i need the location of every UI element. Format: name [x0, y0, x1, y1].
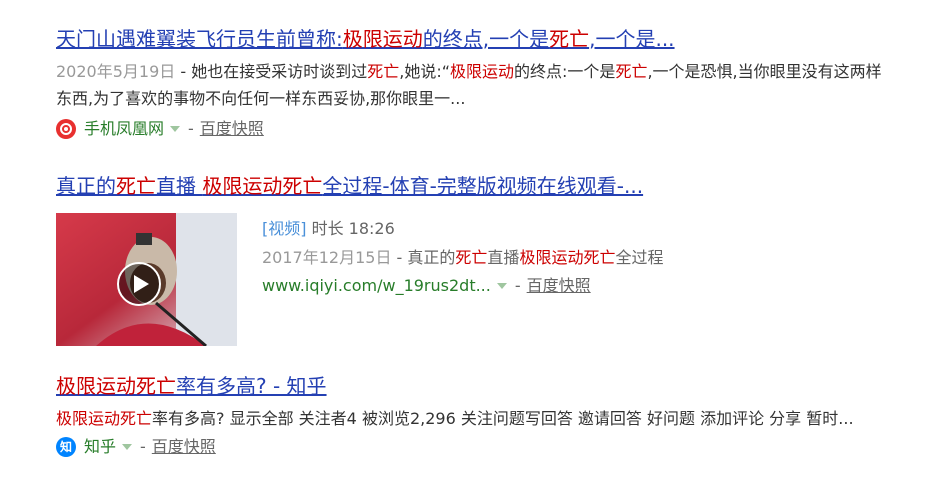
abstract-text: 直播 [487, 248, 520, 267]
video-thumbnail[interactable] [56, 213, 237, 346]
title-text: 直播 [156, 174, 203, 198]
title-text: 率有多高? - 知乎 [176, 374, 327, 398]
result-date: 2020年5月19日 [56, 62, 176, 81]
phoenix-logo-icon [56, 119, 76, 139]
video-meta: [视频] 时长 18:26 [262, 215, 862, 242]
abstract-highlight: 死亡 [615, 62, 648, 81]
result-3-source-row: 知 知乎 - 百度快照 [56, 436, 896, 458]
zhihu-logo-icon: 知 [56, 437, 76, 457]
title-text: 真正的 [56, 174, 116, 198]
result-2-abstract: [视频] 时长 18:26 2017年12月15日 - 真正的死亡直播极限运动死… [262, 215, 862, 297]
video-duration: 时长 18:26 [311, 219, 395, 238]
abstract-highlight: 死亡 [455, 248, 488, 267]
snapshot-link[interactable]: 百度快照 [200, 118, 264, 140]
title-text: ,一个是... [589, 27, 675, 51]
result-1-title-link[interactable]: 天门山遇难翼装飞行员生前曾称:极限运动的终点,一个是死亡,一个是... [56, 26, 896, 52]
abstract-text: 全过程 [615, 248, 664, 267]
abstract-text: ,她说:“ [399, 62, 451, 81]
abstract-highlight: 极限运动 [450, 62, 515, 81]
title-highlight: 死亡 [116, 174, 156, 198]
result-3-abstract: 极限运动死亡率有多高? 显示全部 关注者4 被浏览2,296 关注问题写回答 邀… [56, 405, 896, 432]
result-3: 极限运动死亡率有多高? - 知乎 极限运动死亡率有多高? 显示全部 关注者4 被… [56, 373, 896, 458]
source-url[interactable]: www.iqiyi.com/w_19rus2dt... [262, 275, 491, 297]
abstract-highlight: 死亡 [367, 62, 400, 81]
snapshot-link[interactable]: 百度快照 [152, 436, 216, 458]
result-2-source-row: www.iqiyi.com/w_19rus2dt... - 百度快照 [262, 275, 862, 297]
result-1-source-row: 手机凤凰网 - 百度快照 [56, 118, 896, 140]
caret-down-icon[interactable] [170, 126, 181, 132]
play-icon[interactable] [117, 262, 161, 306]
abstract-highlight: 极限运动死亡 [519, 248, 616, 267]
abstract-text: 率有多高? 显示全部 关注者4 被浏览2,296 关注问题写回答 邀请回答 好问… [152, 409, 854, 428]
source-site[interactable]: 手机凤凰网 [84, 118, 164, 140]
abstract-text: - 她也在接受采访时谈到过 [175, 62, 368, 81]
result-date: 2017年12月15日 [262, 248, 392, 267]
separator: - [514, 276, 521, 295]
caret-down-icon[interactable] [496, 283, 507, 289]
result-2-title-link[interactable]: 真正的死亡直播 极限运动死亡全过程-体育-完整版视频在线观看-... [56, 173, 896, 199]
abstract-highlight: 极限运动死亡 [56, 409, 153, 428]
separator: - [188, 119, 194, 138]
result-1: 天门山遇难翼装飞行员生前曾称:极限运动的终点,一个是死亡,一个是... 2020… [56, 26, 896, 140]
title-highlight: 极限运动死亡 [56, 374, 176, 398]
title-text: 全过程-体育-完整版视频在线观看-... [322, 174, 644, 198]
title-text: 的终点,一个是 [422, 27, 550, 51]
abstract-text: - 真正的 [391, 248, 456, 267]
source-site[interactable]: 知乎 [84, 436, 116, 458]
result-2: 真正的死亡直播 极限运动死亡全过程-体育-完整版视频在线观看-... [56, 173, 896, 199]
title-text: 天门山遇难翼装飞行员生前曾称: [56, 27, 343, 51]
video-abstract: 2017年12月15日 - 真正的死亡直播极限运动死亡全过程 [262, 244, 862, 271]
video-tag: [视频] [262, 219, 307, 238]
result-1-abstract: 2020年5月19日 - 她也在接受采访时谈到过死亡,她说:“极限运动的终点:一… [56, 58, 896, 112]
title-highlight: 死亡 [549, 27, 590, 51]
title-highlight: 极限运动 [342, 27, 423, 51]
result-3-title-link[interactable]: 极限运动死亡率有多高? - 知乎 [56, 373, 896, 399]
title-highlight: 极限运动死亡 [202, 174, 323, 198]
abstract-text: 的终点:一个是 [514, 62, 616, 81]
separator: - [140, 437, 146, 456]
snapshot-link[interactable]: 百度快照 [527, 275, 591, 297]
caret-down-icon[interactable] [122, 444, 133, 450]
